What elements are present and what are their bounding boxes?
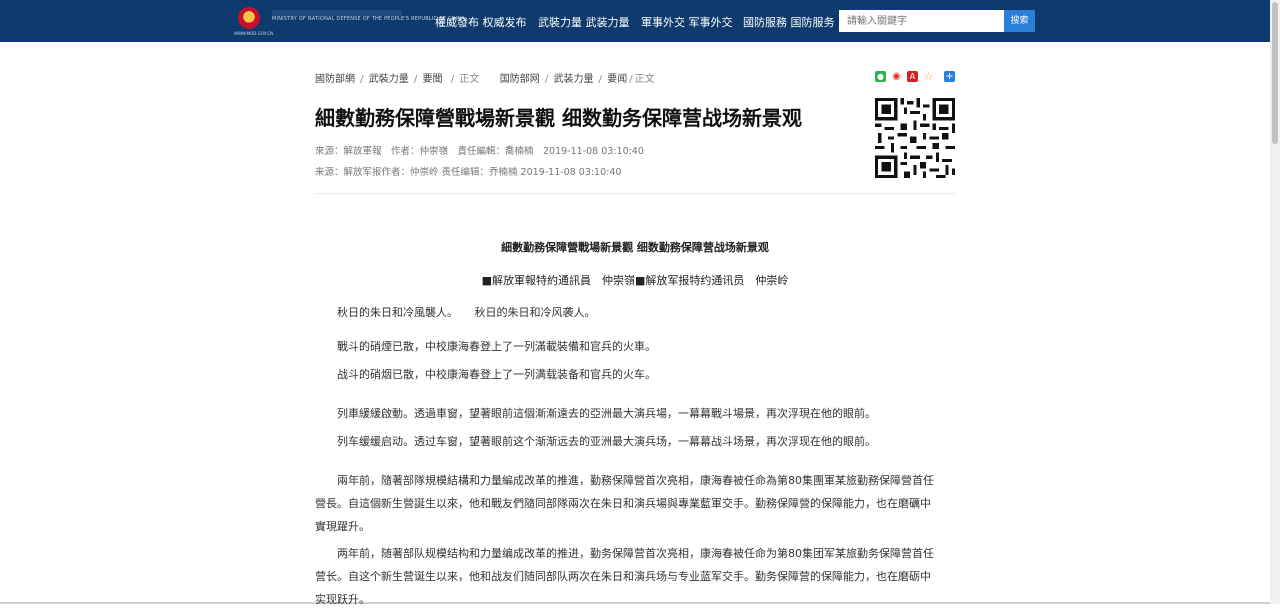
paragraph-3-trad: 列車緩緩啟動。透過車窗，望著眼前這個漸漸遠去的亞洲最大演兵場，一幕幕戰斗場景，再… xyxy=(337,407,876,420)
breadcrumb: 國防部網 / 武裝力量 / 要聞 / 正文 国防部网 / 武装力量 / 要闻 / 正… xyxy=(315,74,655,85)
breadcrumb-current-simp: 正文 xyxy=(634,74,655,85)
article-byline: ■解放軍報特約通訊員 仲崇嶺■解放军报特约通讯员 仲崇岭 xyxy=(481,274,789,287)
search-input[interactable] xyxy=(839,10,1004,32)
paragraph-2-trad: 戰斗的硝煙已散，中校康海春登上了一列滿載裝備和官兵的火車。 xyxy=(337,340,656,353)
weibo-icon[interactable]: ◉ xyxy=(891,71,902,82)
favorite-icon[interactable]: ☆ xyxy=(923,71,934,82)
breadcrumb-link-news-simp[interactable]: 要闻 xyxy=(607,74,627,85)
site-url: WWW.MOD.GOV.CN xyxy=(234,31,274,36)
article-meta-simplified: 来源：解放军报作者：仲崇岭 责任编辑：乔楠楠 2019-11-08 03:10:… xyxy=(315,167,622,178)
scrollbar-thumb[interactable] xyxy=(1272,2,1278,144)
title-divider xyxy=(315,193,955,194)
search-button[interactable]: 搜索 xyxy=(1004,10,1035,32)
national-emblem-icon[interactable] xyxy=(238,7,260,29)
breadcrumb-link-news-trad[interactable]: 要聞 xyxy=(422,74,442,85)
article-subtitle: 細數勤務保障營戰場新景觀 细数勤務保障营战场新景观 xyxy=(501,241,769,254)
wechat-icon[interactable]: ● xyxy=(875,71,886,82)
qr-code-image xyxy=(875,98,955,178)
paragraph-4-trad: 兩年前，隨著部隊規模結構和力量編成改革的推進，勤務保障營首次亮相，康海春被任命為… xyxy=(315,474,934,533)
nav-item-armed-forces[interactable]: 武裝力量 武装力量 xyxy=(538,14,630,30)
breadcrumb-link-armed-forces-trad[interactable]: 武裝力量 xyxy=(369,74,409,85)
paragraph-3-simp: 列车缓缓启动。透过车窗，望著眼前这个渐渐远去的亚洲最大演兵场，一幕幕战斗场景，再… xyxy=(337,435,876,448)
paragraph-2-simp: 战斗的硝烟已散，中校康海春登上了一列满载装备和官兵的火车。 xyxy=(337,368,656,381)
top-header: WWW.MOD.GOV.CN MINISTRY OF NATIONAL DEFE… xyxy=(0,0,1270,42)
breadcrumb-link-mod-trad[interactable]: 國防部網 xyxy=(315,74,355,85)
nav-item-authoritative-release[interactable]: 權威發布 权威发布 xyxy=(435,14,527,30)
breadcrumb-link-armed-forces-simp[interactable]: 武装力量 xyxy=(553,74,593,85)
nav-item-military-diplomacy[interactable]: 軍事外交 军事外交 xyxy=(641,14,733,30)
article-title: 細數勤務保障營戰場新景觀 细数勤务保障营战场新景观 xyxy=(315,106,802,130)
article-meta-traditional: 來源：解放軍報 作者：仲崇嶺 責任編輯：喬楠楠 2019-11-08 03:10… xyxy=(315,146,644,157)
pdf-icon[interactable]: A xyxy=(907,71,918,82)
breadcrumb-current-trad: 正文 xyxy=(459,74,480,85)
nav-item-defense-services[interactable]: 國防服務 国防服务 xyxy=(743,14,835,30)
paragraph-4-simp: 两年前，随著部队规模结构和力量编成改革的推进，勤务保障营首次亮相，康海春被任命为… xyxy=(315,547,934,606)
breadcrumb-link-mod-simp[interactable]: 国防部网 xyxy=(500,74,540,85)
paragraph-1: 秋日的朱日和冷風襲人。 秋日的朱日和冷风袭人。 xyxy=(337,306,596,319)
more-share-icon[interactable]: + xyxy=(944,71,955,82)
